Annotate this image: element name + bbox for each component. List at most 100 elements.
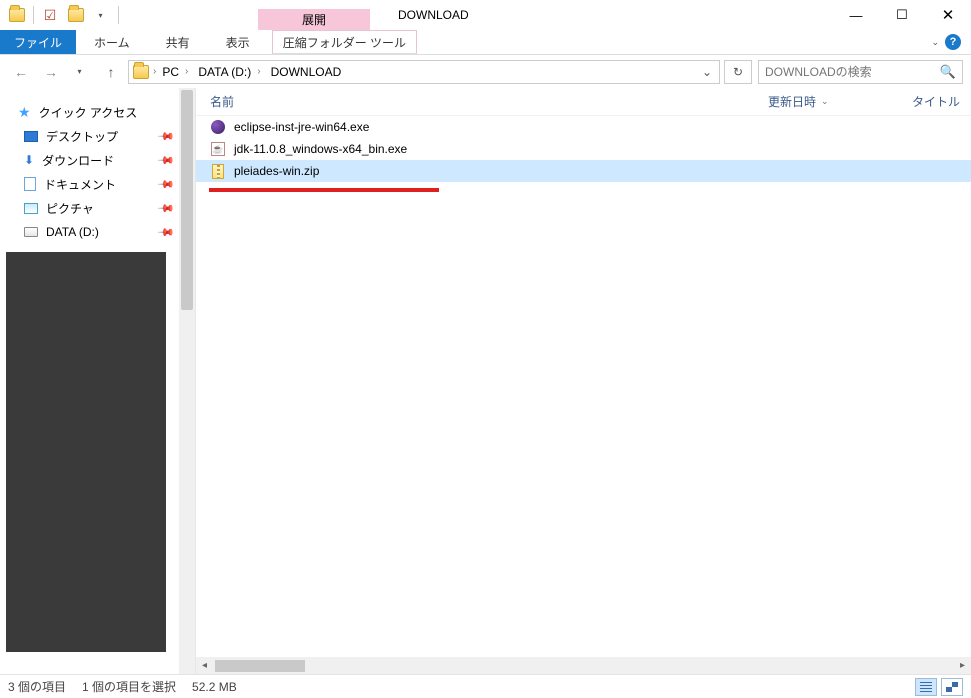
search-input[interactable] bbox=[765, 65, 940, 79]
sidebar-item-data-d[interactable]: DATA (D:) 📌 bbox=[0, 220, 195, 244]
pin-icon: 📌 bbox=[157, 199, 176, 218]
quick-access-toolbar: ☑ ▾ bbox=[0, 0, 126, 30]
status-selection-count: 1 個の項目を選択 bbox=[82, 678, 176, 695]
java-installer-icon: ☕ bbox=[210, 141, 226, 157]
tab-home[interactable]: ホーム bbox=[76, 30, 148, 54]
content-horizontal-scrollbar[interactable]: ◂ ▸ bbox=[196, 657, 971, 674]
navigation-bar: ← → ▾ ↑ › PC › DATA (D:) › DOWNLOAD ⌄ ↻ 🔍 bbox=[0, 55, 971, 88]
sidebar-item-downloads[interactable]: ⬇ ダウンロード 📌 bbox=[0, 148, 195, 172]
pin-icon: 📌 bbox=[157, 223, 176, 242]
status-item-count: 3 個の項目 bbox=[8, 678, 66, 695]
help-icon[interactable]: ? bbox=[945, 34, 961, 50]
scroll-right-button[interactable]: ▸ bbox=[954, 660, 971, 671]
scroll-left-button[interactable]: ◂ bbox=[196, 660, 213, 671]
sidebar-item-desktop[interactable]: デスクトップ 📌 bbox=[0, 124, 195, 148]
document-icon bbox=[24, 177, 36, 191]
pin-icon: 📌 bbox=[157, 127, 176, 146]
search-icon[interactable]: 🔍 bbox=[940, 64, 956, 80]
chevron-right-icon[interactable]: › bbox=[257, 66, 260, 77]
file-name: pleiades-win.zip bbox=[234, 164, 319, 178]
sort-caret-icon: ⌄ bbox=[821, 96, 829, 107]
sidebar-scrollbar[interactable] bbox=[179, 88, 195, 674]
content-pane: 名前 更新日時 ⌄ タイトル eclipse-inst-jre-win64.exe… bbox=[196, 88, 971, 674]
recent-locations-button[interactable]: ▾ bbox=[68, 59, 94, 85]
file-name: jdk-11.0.8_windows-x64_bin.exe bbox=[234, 142, 407, 156]
breadcrumb-pc[interactable]: PC › bbox=[158, 65, 192, 79]
up-button[interactable]: ↑ bbox=[98, 59, 124, 85]
window-controls: — ☐ ✕ bbox=[833, 0, 971, 30]
address-bar[interactable]: › PC › DATA (D:) › DOWNLOAD ⌄ bbox=[128, 60, 720, 84]
file-tab[interactable]: ファイル bbox=[0, 30, 76, 54]
file-row[interactable]: eclipse-inst-jre-win64.exe bbox=[196, 116, 971, 138]
navigation-pane: ★ クイック アクセス デスクトップ 📌 ⬇ ダウンロード 📌 ドキュメント 📌… bbox=[0, 88, 196, 674]
sidebar-item-pictures[interactable]: ピクチャ 📌 bbox=[0, 196, 195, 220]
qat-customize-button[interactable]: ▾ bbox=[90, 3, 114, 27]
tab-share[interactable]: 共有 bbox=[148, 30, 208, 54]
file-list[interactable]: eclipse-inst-jre-win64.exe ☕ jdk-11.0.8_… bbox=[196, 116, 971, 657]
sidebar-item-label: DATA (D:) bbox=[46, 225, 99, 239]
app-folder-icon[interactable] bbox=[5, 3, 29, 27]
zip-icon bbox=[210, 163, 226, 179]
breadcrumb-data-d[interactable]: DATA (D:) › bbox=[194, 65, 264, 79]
sidebar-item-documents[interactable]: ドキュメント 📌 bbox=[0, 172, 195, 196]
qat-properties-button[interactable]: ☑ bbox=[38, 3, 62, 27]
qat-new-folder-button[interactable] bbox=[64, 3, 88, 27]
sidebar-item-label: ダウンロード bbox=[42, 152, 114, 169]
qat-separator bbox=[33, 6, 34, 24]
ribbon-tabs: ファイル ホーム 共有 表示 圧縮フォルダー ツール ⌄ ? bbox=[0, 30, 971, 55]
picture-icon bbox=[24, 203, 38, 214]
breadcrumb-label: DOWNLOAD bbox=[271, 65, 342, 79]
exe-icon bbox=[210, 119, 226, 135]
download-icon: ⬇ bbox=[24, 153, 34, 167]
column-label: 更新日時 bbox=[768, 93, 816, 110]
desktop-icon bbox=[24, 131, 38, 142]
column-headers: 名前 更新日時 ⌄ タイトル bbox=[196, 88, 971, 116]
close-button[interactable]: ✕ bbox=[925, 0, 971, 30]
tab-view[interactable]: 表示 bbox=[208, 30, 268, 54]
chevron-right-icon[interactable]: › bbox=[185, 66, 188, 77]
breadcrumb-separator-icon[interactable]: › bbox=[153, 66, 156, 77]
ribbon-expand-caret-icon[interactable]: ⌄ bbox=[931, 37, 939, 48]
star-icon: ★ bbox=[18, 104, 31, 121]
view-large-icons-button[interactable] bbox=[941, 678, 963, 696]
scrollbar-thumb[interactable] bbox=[181, 90, 193, 310]
status-selection-size: 52.2 MB bbox=[192, 680, 237, 694]
pin-icon: 📌 bbox=[157, 151, 176, 170]
forward-button[interactable]: → bbox=[38, 59, 64, 85]
context-tab-extract: 展開 bbox=[258, 0, 370, 30]
scrollbar-thumb[interactable] bbox=[215, 660, 305, 672]
main-area: ★ クイック アクセス デスクトップ 📌 ⬇ ダウンロード 📌 ドキュメント 📌… bbox=[0, 88, 971, 674]
annotation-underline bbox=[209, 188, 439, 192]
file-row-selected[interactable]: pleiades-win.zip bbox=[196, 160, 971, 182]
minimize-button[interactable]: — bbox=[833, 0, 879, 30]
sidebar-item-label: ピクチャ bbox=[46, 200, 94, 217]
context-tab-label[interactable]: 展開 bbox=[258, 9, 370, 30]
status-view-switcher bbox=[915, 678, 963, 696]
file-row[interactable]: ☕ jdk-11.0.8_windows-x64_bin.exe bbox=[196, 138, 971, 160]
refresh-button[interactable]: ↻ bbox=[724, 60, 752, 84]
address-dropdown-button[interactable]: ⌄ bbox=[697, 65, 717, 79]
sidebar-item-label: クイック アクセス bbox=[39, 104, 138, 121]
address-folder-icon[interactable] bbox=[131, 62, 151, 82]
search-box[interactable]: 🔍 bbox=[758, 60, 963, 84]
breadcrumb-label: DATA (D:) bbox=[198, 65, 251, 79]
sidebar-quick-access[interactable]: ★ クイック アクセス bbox=[0, 100, 195, 124]
pin-icon: 📌 bbox=[157, 175, 176, 194]
breadcrumb-label: PC bbox=[162, 65, 179, 79]
file-name: eclipse-inst-jre-win64.exe bbox=[234, 120, 369, 134]
status-bar: 3 個の項目 1 個の項目を選択 52.2 MB bbox=[0, 674, 971, 698]
tab-compressed-folder-tools[interactable]: 圧縮フォルダー ツール bbox=[272, 30, 417, 54]
column-header-title[interactable]: タイトル bbox=[912, 93, 960, 110]
column-label: タイトル bbox=[912, 93, 960, 110]
drive-icon bbox=[24, 227, 38, 237]
breadcrumb-download[interactable]: DOWNLOAD bbox=[267, 65, 346, 79]
ribbon-right-controls: ⌄ ? bbox=[931, 30, 971, 54]
column-header-name[interactable]: 名前 bbox=[210, 93, 768, 110]
back-button[interactable]: ← bbox=[8, 59, 34, 85]
maximize-button[interactable]: ☐ bbox=[879, 0, 925, 30]
view-details-button[interactable] bbox=[915, 678, 937, 696]
window-title: DOWNLOAD bbox=[398, 8, 469, 22]
column-label: 名前 bbox=[210, 93, 234, 110]
column-header-date[interactable]: 更新日時 ⌄ bbox=[768, 93, 912, 110]
redacted-area bbox=[6, 252, 166, 652]
